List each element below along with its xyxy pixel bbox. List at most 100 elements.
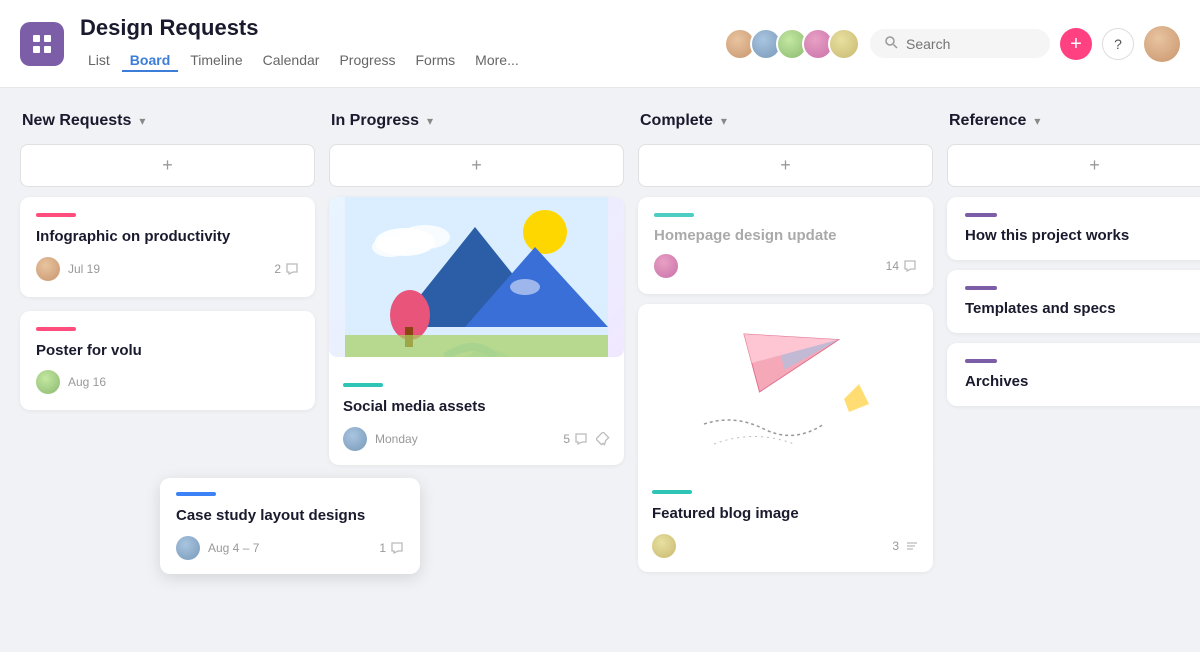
ref-accent [965, 359, 997, 363]
column-header-complete: Complete ▾ [638, 108, 933, 134]
card-comment-count: 14 [886, 259, 917, 273]
nav-list[interactable]: List [80, 48, 118, 72]
card-social[interactable]: Social media assets Monday 5 [329, 197, 624, 465]
card-infographic[interactable]: Infographic on productivity Jul 19 2 [20, 197, 315, 297]
tooltip-card-title: Case study layout designs [176, 506, 404, 526]
card-title: Featured blog image [652, 504, 919, 524]
add-card-reference[interactable]: + [947, 144, 1200, 187]
tooltip-card-comment: 1 [379, 541, 404, 555]
card-accent [36, 213, 76, 217]
column-header-in-progress: In Progress ▾ [329, 108, 624, 134]
card-poster[interactable]: Poster for volu Aug 16 [20, 311, 315, 411]
tooltip-card-accent [176, 492, 216, 496]
card-avatar [36, 257, 60, 281]
card-image-plane [638, 304, 933, 464]
chevron-complete: ▾ [721, 114, 727, 128]
ref-title: Templates and specs [965, 300, 1200, 317]
card-avatar [654, 254, 678, 278]
tooltip-card-date: Aug 4 – 7 [208, 541, 259, 555]
ref-title: Archives [965, 373, 1200, 390]
card-avatar [36, 370, 60, 394]
nav-progress[interactable]: Progress [331, 48, 403, 72]
page-title: Design Requests [80, 15, 708, 41]
column-header-new-requests: New Requests ▾ [20, 108, 315, 134]
card-title: Infographic on productivity [36, 227, 299, 247]
card-meta: Monday [343, 427, 418, 451]
column-new-requests: New Requests ▾ + Infographic on producti… [20, 108, 315, 410]
chevron-new-requests: ▾ [139, 114, 145, 128]
chevron-in-progress: ▾ [427, 114, 433, 128]
ref-templates[interactable]: Templates and specs [947, 270, 1200, 333]
card-footer: 3 [652, 534, 919, 558]
card-accent [36, 327, 76, 331]
tooltip-card-avatar [176, 536, 200, 560]
card-title: Poster for volu [36, 341, 299, 361]
card-footer: Monday 5 [343, 427, 610, 451]
card-title: Social media assets [343, 397, 610, 417]
card-meta: Aug 4 – 7 [176, 536, 259, 560]
app-header: Design Requests List Board Timeline Cale… [0, 0, 1200, 88]
card-meta [654, 254, 678, 278]
card-homepage[interactable]: Homepage design update 14 [638, 197, 933, 294]
card-meta: Jul 19 [36, 257, 100, 281]
card-footer: 14 [654, 254, 917, 278]
tooltip-card-footer: Aug 4 – 7 1 [176, 536, 404, 560]
avatar-5 [828, 28, 860, 60]
card-comment-count: 3 [892, 539, 919, 553]
nav-more[interactable]: More... [467, 48, 527, 72]
help-button[interactable]: ? [1102, 28, 1134, 60]
tooltip-card[interactable]: Case study layout designs Aug 4 – 7 1 [160, 478, 420, 574]
column-title-reference: Reference [949, 112, 1026, 130]
add-card-in-progress[interactable]: + [329, 144, 624, 187]
ref-archives[interactable]: Archives [947, 343, 1200, 406]
card-comment-count: 5 [563, 432, 610, 446]
column-title-in-progress: In Progress [331, 112, 419, 130]
card-accent [343, 383, 383, 387]
card-footer: Jul 19 2 [36, 257, 299, 281]
card-accent [654, 213, 694, 217]
app-icon [20, 22, 64, 66]
add-button[interactable]: + [1060, 28, 1092, 60]
main-nav: List Board Timeline Calendar Progress Fo… [80, 48, 708, 72]
user-avatar[interactable] [1144, 26, 1180, 62]
column-header-reference: Reference ▾ [947, 108, 1200, 134]
nav-forms[interactable]: Forms [408, 48, 464, 72]
header-right: + ? [724, 26, 1180, 62]
card-avatar [343, 427, 367, 451]
ref-accent [965, 213, 997, 217]
card-date: Aug 16 [68, 375, 106, 389]
search-icon [884, 35, 898, 52]
add-card-complete[interactable]: + [638, 144, 933, 187]
column-reference: Reference ▾ + How this project works Tem… [947, 108, 1200, 406]
ref-how[interactable]: How this project works [947, 197, 1200, 260]
nav-timeline[interactable]: Timeline [182, 48, 250, 72]
card-date: Jul 19 [68, 262, 100, 276]
team-avatars [724, 28, 860, 60]
card-footer: Aug 16 [36, 370, 299, 394]
board: New Requests ▾ + Infographic on producti… [0, 88, 1200, 652]
card-meta: Aug 16 [36, 370, 106, 394]
header-title-area: Design Requests List Board Timeline Cale… [80, 15, 708, 71]
card-content: Social media assets Monday 5 [329, 369, 624, 465]
ref-accent [965, 286, 997, 290]
chevron-reference: ▾ [1034, 114, 1040, 128]
search-input[interactable] [906, 36, 1026, 52]
card-accent [652, 490, 692, 494]
column-complete: Complete ▾ + Homepage design update 14 [638, 108, 933, 572]
nav-board[interactable]: Board [122, 48, 178, 72]
add-card-new-requests[interactable]: + [20, 144, 315, 187]
card-title: Homepage design update [654, 227, 917, 244]
ref-title: How this project works [965, 227, 1200, 244]
card-comment-count: 2 [274, 262, 299, 276]
card-avatar [652, 534, 676, 558]
column-title-complete: Complete [640, 112, 713, 130]
column-in-progress: In Progress ▾ + [329, 108, 624, 465]
card-meta [652, 534, 676, 558]
column-title-new-requests: New Requests [22, 112, 131, 130]
card-date: Monday [375, 432, 418, 446]
card-content: Featured blog image 3 [638, 476, 933, 572]
card-blog[interactable]: Featured blog image 3 [638, 304, 933, 572]
search-bar[interactable] [870, 29, 1050, 58]
card-image-mountain [329, 197, 624, 357]
nav-calendar[interactable]: Calendar [255, 48, 328, 72]
